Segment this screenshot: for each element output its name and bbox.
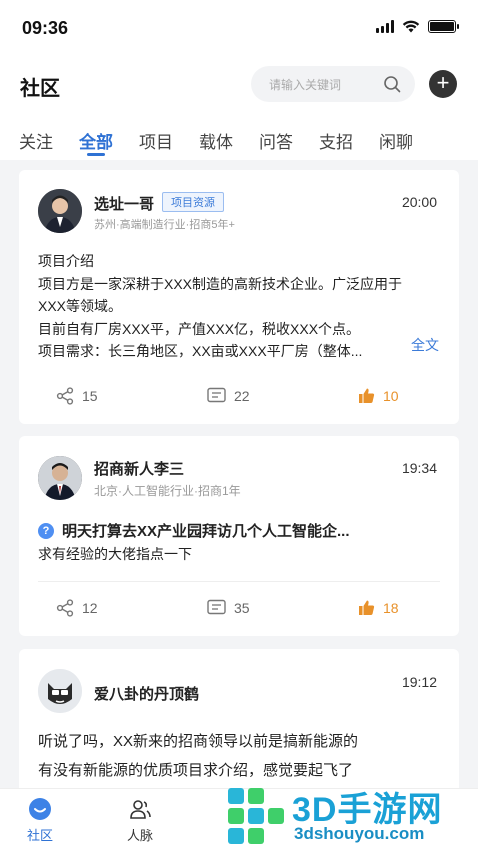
share-icon — [56, 387, 74, 405]
share-button[interactable]: 15 — [56, 387, 98, 405]
share-icon — [56, 599, 74, 617]
comment-icon — [207, 387, 226, 403]
nav-community[interactable]: 社区 — [10, 797, 70, 844]
read-more-link[interactable]: 全文 — [411, 335, 439, 355]
comment-button[interactable]: 35 — [207, 599, 250, 617]
wifi-icon — [402, 20, 420, 33]
avatar[interactable] — [38, 669, 82, 713]
search-input[interactable]: 请输入关键词 — [251, 66, 415, 102]
watermark: 3D手游网 3dshouyou.com — [222, 780, 478, 850]
divider — [38, 581, 440, 582]
avatar[interactable] — [38, 456, 82, 500]
author-name[interactable]: 选址一哥 — [94, 193, 154, 214]
content-line: 项目方是一家深耕于XXX制造的高新技术企业。广泛应用于 — [38, 275, 403, 292]
resource-tag: 项目资源 — [162, 192, 224, 212]
like-button[interactable]: 18 — [358, 599, 399, 616]
post-card[interactable]: 选址一哥 项目资源 苏州·高端制造行业·招商5年+ 20:00 项目介绍 项目方… — [19, 170, 459, 424]
author-meta: 北京·人工智能行业·招商1年 — [94, 484, 241, 498]
content-line: XXX等领域。 — [38, 298, 123, 314]
like-count: 10 — [383, 387, 399, 404]
like-count: 18 — [383, 599, 399, 616]
signal-icon — [376, 20, 394, 33]
add-post-button[interactable]: + — [429, 70, 457, 98]
post-content[interactable]: 求有经验的大佬指点一下 — [38, 543, 439, 566]
comment-button[interactable]: 22 — [207, 387, 250, 405]
comment-count: 22 — [234, 388, 250, 404]
tab-follow[interactable]: 关注 — [19, 110, 79, 160]
content-line: 目前自有厂房XXX平，产值XXX亿，税收XXX个点。 — [38, 320, 361, 337]
like-button[interactable]: 10 — [358, 387, 399, 404]
search-icon — [384, 76, 401, 93]
nav-label: 社区 — [26, 828, 53, 843]
search-placeholder: 请输入关键词 — [269, 77, 342, 92]
tab-chat[interactable]: 闲聊 — [379, 110, 439, 160]
author-name[interactable]: 招商新人李三 — [94, 458, 184, 479]
share-count: 15 — [82, 388, 98, 404]
page-title: 社区 — [20, 78, 60, 100]
thumbs-up-icon — [359, 600, 375, 615]
author-name[interactable]: 爱八卦的丹顶鹤 — [94, 683, 199, 704]
content-line: 听说了吗，XX新来的招商领导以前是搞新能源的 — [38, 733, 359, 750]
comment-icon — [207, 599, 226, 615]
status-bar: 09:36 — [0, 0, 478, 58]
question-icon: ? — [38, 522, 54, 539]
post-time: 19:34 — [401, 460, 437, 476]
share-button[interactable]: 12 — [56, 599, 98, 617]
post-time: 19:12 — [401, 674, 437, 690]
comment-count: 35 — [234, 600, 250, 616]
question-text: 明天打算去XX产业园拜访几个人工智能企... — [62, 523, 350, 540]
watermark-logo-icon — [228, 788, 284, 844]
battery-icon — [428, 20, 459, 33]
question-title[interactable]: ? 明天打算去XX产业园拜访几个人工智能企... — [38, 520, 350, 541]
nav-contacts[interactable]: 人脉 — [110, 797, 170, 844]
status-icons — [376, 20, 459, 33]
category-tabs: 关注 全部 项目 载体 问答 支招 闲聊 — [0, 110, 478, 160]
tab-all[interactable]: 全部 — [79, 110, 139, 160]
community-icon — [29, 798, 51, 820]
tab-carrier[interactable]: 载体 — [199, 110, 259, 160]
plus-icon: + — [436, 70, 450, 95]
thumbs-up-icon — [359, 388, 375, 403]
post-time: 20:00 — [401, 194, 437, 210]
avatar[interactable] — [38, 189, 82, 233]
share-count: 12 — [82, 600, 98, 616]
tab-qa[interactable]: 问答 — [259, 110, 319, 160]
post-content[interactable]: 项目介绍 项目方是一家深耕于XXX制造的高新技术企业。广泛应用于 XXX等领域。… — [38, 250, 439, 363]
content-line: 项目需求：长三角地区，XX亩或XXX平厂房（整体... — [38, 343, 363, 359]
status-time: 09:36 — [22, 18, 69, 38]
tab-tips[interactable]: 支招 — [319, 110, 379, 160]
people-icon — [130, 800, 151, 819]
nav-label: 人脉 — [126, 828, 153, 843]
post-card[interactable]: 招商新人李三 北京·人工智能行业·招商1年 19:34 ? 明天打算去XX产业园… — [19, 436, 459, 636]
header: 社区 请输入关键词 + — [0, 58, 478, 110]
author-meta: 苏州·高端制造行业·招商5年+ — [94, 219, 235, 231]
post-card[interactable]: 爱八卦的丹顶鹤 19:12 听说了吗，XX新来的招商领导以前是搞新能源的 有没有… — [19, 649, 459, 788]
watermark-url: 3dshouyou.com — [294, 824, 425, 843]
content-line: 项目介绍 — [38, 253, 94, 269]
tab-project[interactable]: 项目 — [139, 110, 199, 160]
post-content[interactable]: 听说了吗，XX新来的招商领导以前是搞新能源的 有没有新能源的优质项目求介绍，感觉… — [38, 727, 439, 785]
